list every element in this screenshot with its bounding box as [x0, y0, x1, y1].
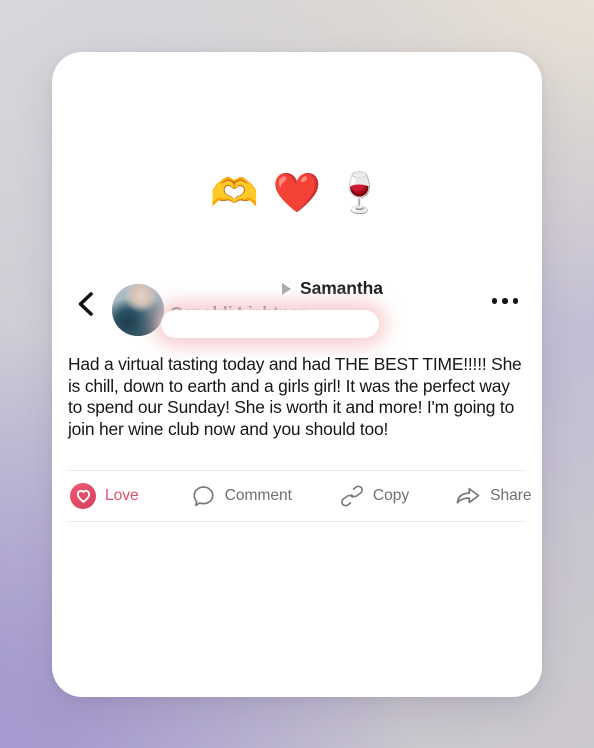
link-chain-icon: [340, 484, 364, 508]
back-chevron-icon[interactable]: [72, 290, 98, 318]
kebab-dot: [491, 298, 497, 304]
heart-hands-emoji: 🫶: [210, 171, 259, 216]
share-label: Share: [490, 487, 532, 504]
avatar[interactable]: [112, 284, 164, 336]
speech-bubble-icon: [191, 484, 216, 509]
emoji-reaction-row: 🫶 ❤️ 🍷: [52, 174, 542, 213]
post-body-text: Had a virtual tasting today and had THE …: [68, 354, 527, 439]
play-triangle-icon: [282, 282, 291, 295]
author-name-primary: Samantha: [300, 278, 383, 298]
more-options-icon[interactable]: [490, 292, 521, 310]
share-button[interactable]: Share: [455, 484, 532, 508]
post-card: 🫶 ❤️ 🍷 Samantha Capaldi Lichtner Had a v…: [52, 52, 542, 697]
comment-label: Comment: [224, 487, 292, 504]
post-header: Samantha Capaldi Lichtner: [52, 268, 542, 340]
screen-root: 🫶 ❤️ 🍷 Samantha Capaldi Lichtner Had a v…: [0, 0, 594, 748]
kebab-dot: [512, 298, 518, 304]
copy-button[interactable]: Copy: [340, 484, 409, 508]
avatar-image: [112, 284, 164, 336]
love-label: Love: [105, 487, 139, 504]
love-button[interactable]: Love: [70, 483, 139, 509]
author-name-block[interactable]: Samantha Capaldi Lichtner: [170, 276, 478, 334]
heart-filled-circle-icon: [70, 483, 96, 509]
copy-label: Copy: [372, 487, 410, 504]
author-name-primary-row: Samantha: [282, 278, 383, 299]
post-action-bar: Love Comment Copy Share: [68, 470, 532, 522]
author-name-secondary: Capaldi Lichtner: [170, 303, 306, 323]
comment-button[interactable]: Comment: [191, 484, 292, 509]
wine-glass-emoji: 🍷: [335, 171, 384, 216]
red-heart-emoji: ❤️: [272, 171, 322, 216]
share-arrow-icon: [455, 484, 481, 508]
kebab-dot: [502, 298, 508, 304]
